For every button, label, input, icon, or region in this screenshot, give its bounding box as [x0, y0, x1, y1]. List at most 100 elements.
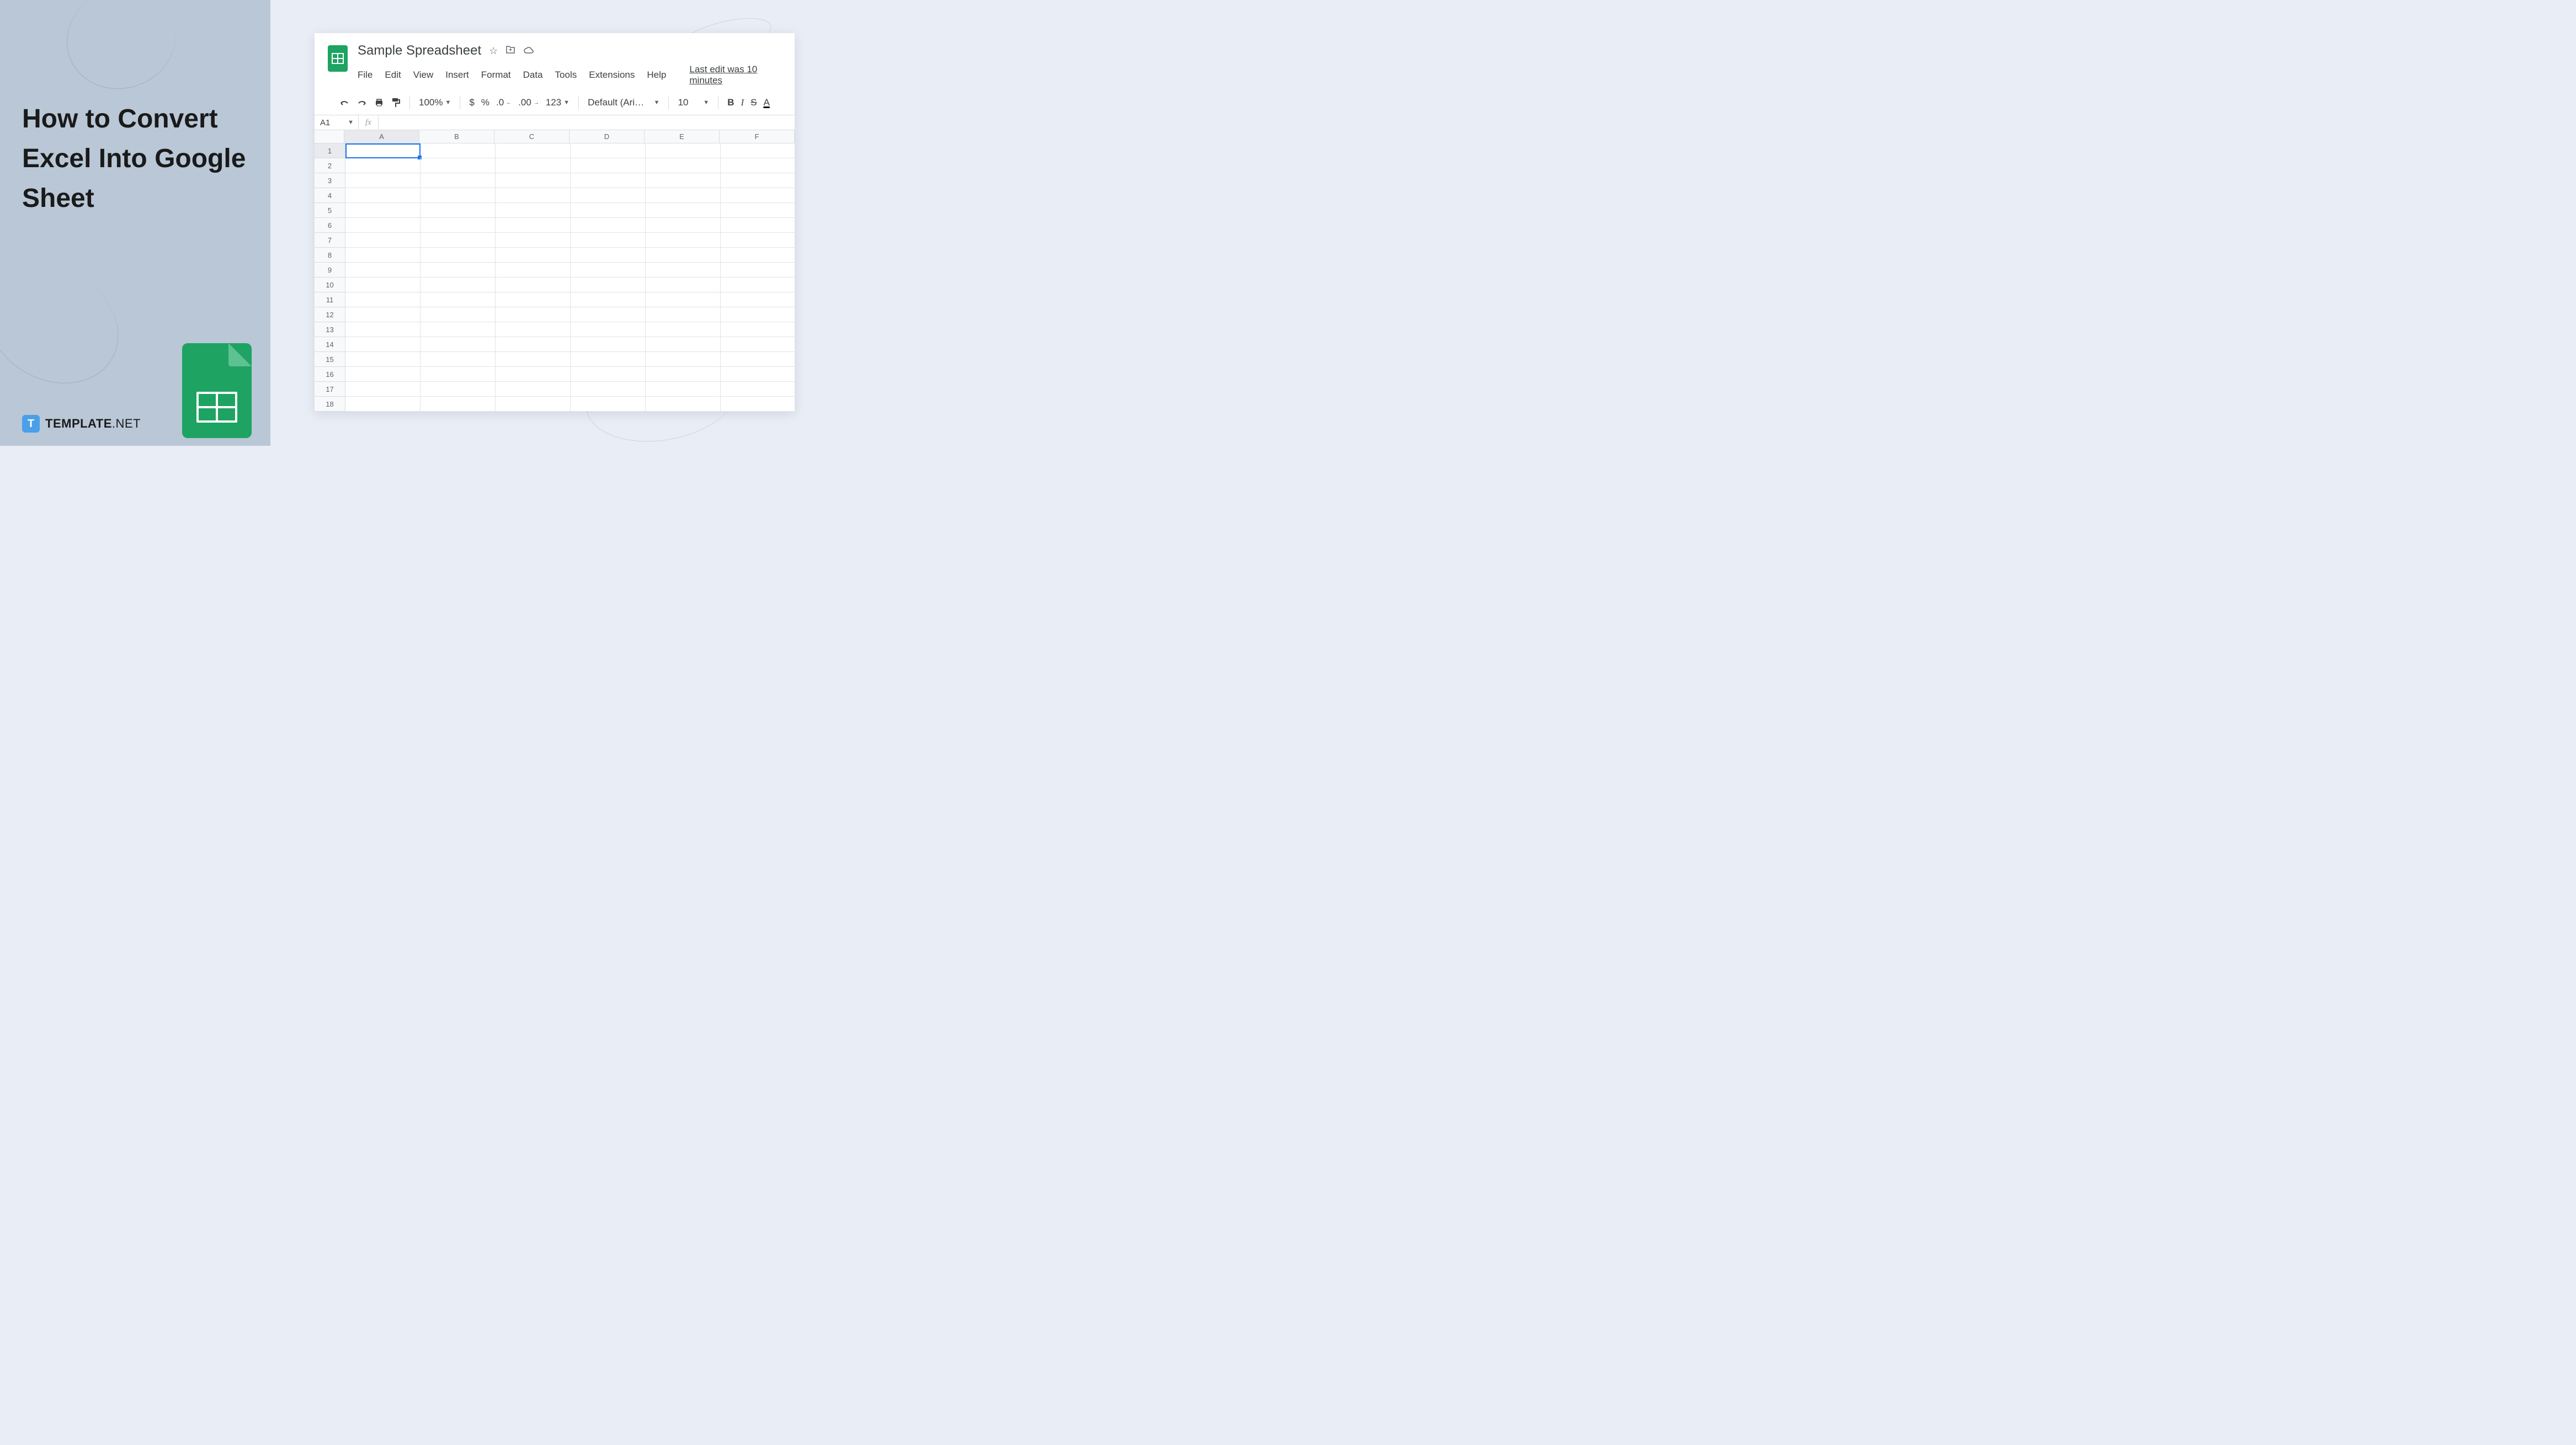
row-header[interactable]: 12 [315, 307, 345, 322]
font-dropdown[interactable]: Default (Ari… ▼ [588, 97, 659, 108]
cell[interactable] [571, 337, 646, 352]
cell[interactable] [721, 367, 796, 382]
cell[interactable] [646, 307, 721, 322]
cell[interactable] [646, 248, 721, 263]
menu-extensions[interactable]: Extensions [589, 70, 635, 81]
cell[interactable] [345, 278, 421, 292]
cell[interactable] [646, 397, 721, 412]
cell[interactable] [345, 307, 421, 322]
cell[interactable] [571, 263, 646, 278]
menu-format[interactable]: Format [481, 70, 511, 81]
cell[interactable] [721, 278, 796, 292]
row-header[interactable]: 4 [315, 188, 345, 203]
cell[interactable] [421, 397, 496, 412]
cloud-status-icon[interactable] [523, 45, 534, 57]
column-header[interactable]: D [570, 130, 645, 143]
sheets-doc-icon[interactable] [328, 45, 348, 72]
cell[interactable] [345, 233, 421, 248]
cell[interactable] [421, 292, 496, 307]
formula-input[interactable] [379, 115, 795, 130]
cell[interactable] [345, 382, 421, 397]
last-edit-link[interactable]: Last edit was 10 minutes [689, 64, 781, 86]
cell[interactable] [496, 143, 571, 158]
cell[interactable] [721, 218, 796, 233]
column-header[interactable]: F [720, 130, 795, 143]
cell[interactable] [721, 352, 796, 367]
cell[interactable] [721, 248, 796, 263]
cell[interactable] [646, 218, 721, 233]
font-size-dropdown[interactable]: 10 ▼ [678, 97, 709, 108]
menu-tools[interactable]: Tools [555, 70, 577, 81]
cell[interactable] [345, 322, 421, 337]
column-header[interactable]: C [494, 130, 570, 143]
cell[interactable] [421, 278, 496, 292]
cell[interactable] [345, 367, 421, 382]
cell[interactable] [721, 203, 796, 218]
row-header[interactable]: 5 [315, 203, 345, 218]
cell[interactable] [496, 188, 571, 203]
decrease-decimal-button[interactable]: .0← [496, 97, 512, 108]
cell[interactable] [345, 352, 421, 367]
select-all-corner[interactable] [315, 130, 344, 143]
cell[interactable] [345, 263, 421, 278]
text-color-button[interactable]: A [763, 97, 769, 108]
cell[interactable] [496, 158, 571, 173]
cell[interactable] [721, 307, 796, 322]
cell[interactable] [571, 278, 646, 292]
cell[interactable] [721, 143, 796, 158]
menu-insert[interactable]: Insert [445, 70, 469, 81]
cell[interactable] [571, 382, 646, 397]
row-header[interactable]: 15 [315, 352, 345, 367]
cell[interactable] [571, 233, 646, 248]
cell[interactable] [345, 173, 421, 188]
cell[interactable] [496, 173, 571, 188]
row-header[interactable]: 9 [315, 263, 345, 278]
cell[interactable] [721, 173, 796, 188]
menu-edit[interactable]: Edit [385, 70, 401, 81]
cell[interactable] [345, 248, 421, 263]
cell[interactable] [721, 322, 796, 337]
cell[interactable] [646, 158, 721, 173]
cell[interactable] [496, 263, 571, 278]
bold-button[interactable]: B [727, 97, 734, 108]
cell[interactable] [345, 158, 421, 173]
cell[interactable] [421, 307, 496, 322]
cell[interactable] [571, 352, 646, 367]
cell[interactable] [421, 173, 496, 188]
cell[interactable] [646, 143, 721, 158]
cell[interactable] [721, 382, 796, 397]
cell[interactable] [496, 397, 571, 412]
cell[interactable] [421, 322, 496, 337]
cell[interactable] [646, 278, 721, 292]
cell[interactable] [646, 322, 721, 337]
cell[interactable] [571, 203, 646, 218]
cell[interactable] [421, 233, 496, 248]
cell[interactable] [646, 367, 721, 382]
menu-data[interactable]: Data [523, 70, 543, 81]
star-icon[interactable]: ☆ [489, 45, 498, 57]
row-header[interactable]: 17 [315, 382, 345, 397]
cell[interactable] [646, 292, 721, 307]
menu-file[interactable]: File [358, 70, 372, 81]
cell[interactable] [571, 218, 646, 233]
row-header[interactable]: 18 [315, 397, 345, 412]
cell[interactable] [721, 292, 796, 307]
row-header[interactable]: 16 [315, 367, 345, 382]
italic-button[interactable]: I [741, 97, 744, 108]
cell[interactable] [345, 143, 421, 158]
cell[interactable] [721, 233, 796, 248]
strikethrough-button[interactable]: S [751, 97, 757, 108]
cell[interactable] [646, 188, 721, 203]
cell[interactable] [421, 248, 496, 263]
cell[interactable] [421, 158, 496, 173]
cell[interactable] [721, 337, 796, 352]
row-header[interactable]: 13 [315, 322, 345, 337]
cell[interactable] [646, 173, 721, 188]
percent-button[interactable]: % [481, 97, 489, 108]
cell[interactable] [721, 397, 796, 412]
currency-button[interactable]: $ [469, 97, 474, 108]
cell[interactable] [571, 248, 646, 263]
cell[interactable] [571, 292, 646, 307]
cell[interactable] [496, 203, 571, 218]
cell[interactable] [571, 173, 646, 188]
